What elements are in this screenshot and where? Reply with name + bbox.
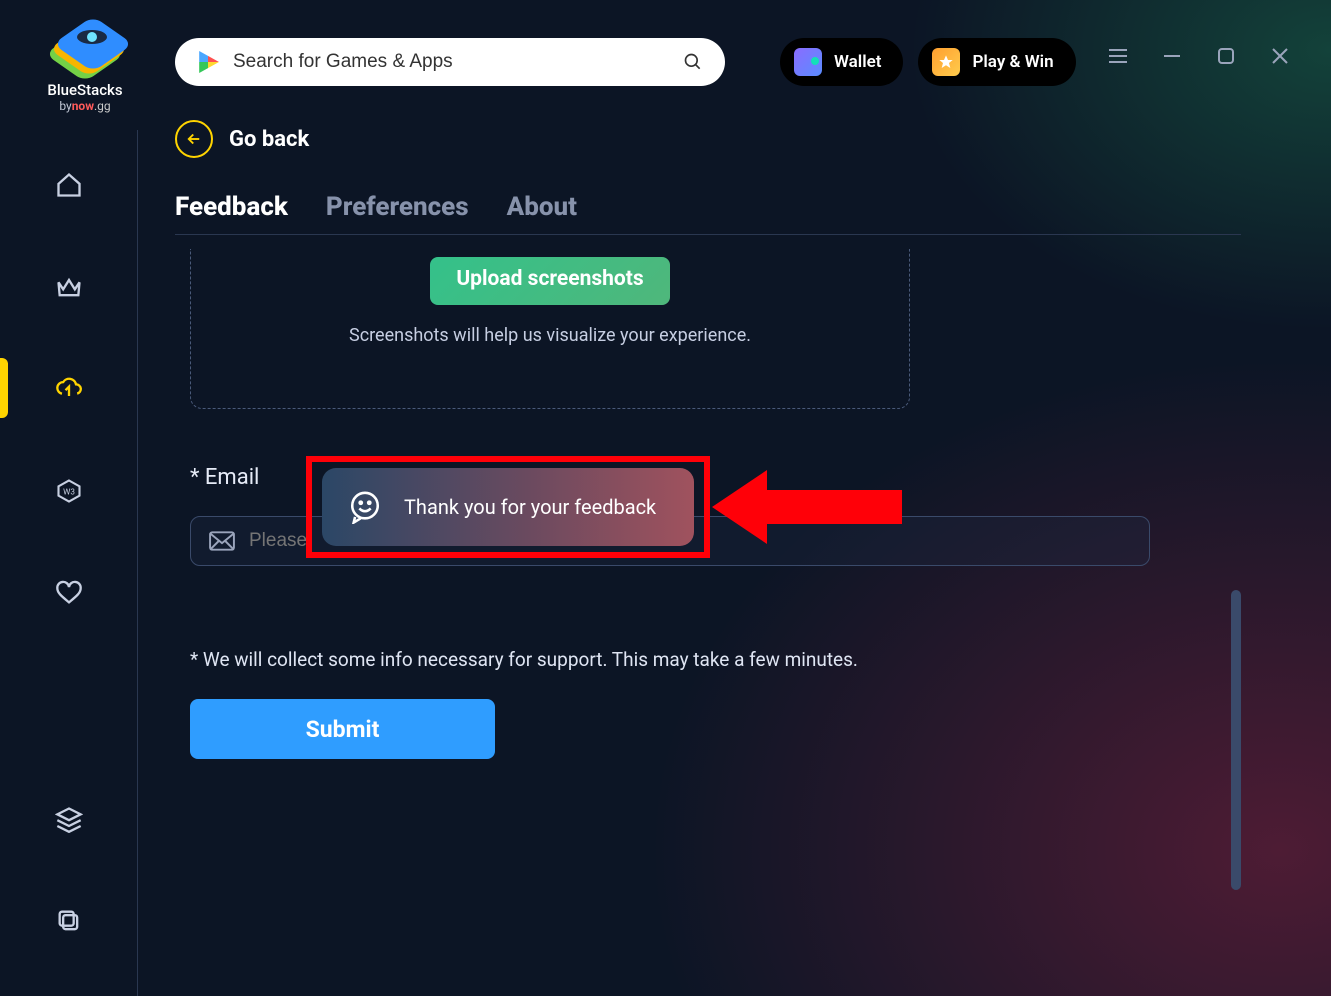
- sidebar-favorites[interactable]: [54, 578, 84, 608]
- google-play-icon: [197, 51, 219, 73]
- close-icon[interactable]: [1268, 44, 1292, 68]
- sidebar-crown[interactable]: [54, 272, 84, 302]
- upload-dropzone[interactable]: Upload screenshots Screenshots will help…: [190, 249, 910, 409]
- wallet-label: Wallet: [834, 52, 881, 72]
- play-and-win-button[interactable]: Play & Win: [918, 38, 1075, 86]
- sidebar-copy-icon[interactable]: [54, 906, 84, 936]
- upload-hint: Screenshots will help us visualize your …: [349, 325, 751, 346]
- search-input[interactable]: [233, 51, 669, 73]
- playwin-label: Play & Win: [972, 52, 1053, 72]
- svg-text:W3: W3: [63, 487, 75, 497]
- tab-feedback[interactable]: Feedback: [175, 192, 288, 234]
- tab-about[interactable]: About: [507, 192, 577, 234]
- search-bar[interactable]: [175, 38, 725, 86]
- bluestacks-logo-icon: [55, 20, 115, 75]
- brand-name: BlueStacks: [47, 81, 122, 99]
- sidebar-web3-icon[interactable]: W3: [54, 476, 84, 506]
- header-badges: Wallet Play & Win: [780, 38, 1076, 86]
- toast-message: Thank you for your feedback: [404, 495, 656, 519]
- disclaimer-text: * We will collect some info necessary fo…: [190, 648, 1241, 671]
- brand-subtitle: bynow.gg: [59, 99, 110, 113]
- scrollbar[interactable]: [1231, 590, 1241, 890]
- header: BlueStacks bynow.gg Wallet Play & Win: [0, 0, 1331, 110]
- sidebar: W3: [0, 130, 138, 996]
- hamburger-icon[interactable]: [1106, 44, 1130, 68]
- sidebar-home[interactable]: [54, 170, 84, 200]
- go-back[interactable]: Go back: [175, 120, 1241, 158]
- go-back-label: Go back: [229, 127, 309, 152]
- sidebar-layers-icon[interactable]: [54, 804, 84, 834]
- sidebar-cloud-sync[interactable]: [54, 374, 84, 404]
- envelope-icon: [209, 531, 235, 551]
- window-controls: [1106, 44, 1292, 68]
- maximize-icon[interactable]: [1214, 44, 1238, 68]
- wallet-icon: [794, 48, 822, 76]
- feedback-toast: Thank you for your feedback: [322, 468, 694, 546]
- tab-preferences[interactable]: Preferences: [326, 192, 469, 234]
- wallet-button[interactable]: Wallet: [780, 38, 903, 86]
- arrow-left-icon: [175, 120, 213, 158]
- tabs: Feedback Preferences About: [175, 192, 1241, 235]
- brand-block: BlueStacks bynow.gg: [30, 20, 140, 113]
- submit-button[interactable]: Submit: [190, 699, 495, 759]
- star-icon: [932, 48, 960, 76]
- minimize-icon[interactable]: [1160, 44, 1184, 68]
- search-icon[interactable]: [683, 52, 703, 72]
- smiley-chat-icon: [348, 490, 382, 524]
- upload-screenshots-button[interactable]: Upload screenshots: [430, 257, 669, 305]
